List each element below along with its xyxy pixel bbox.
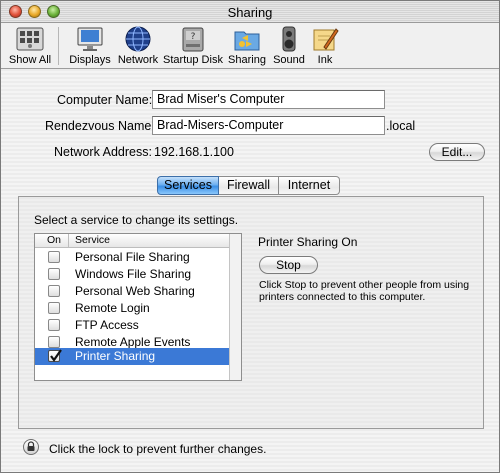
computer-name-label: Computer Name:: [57, 93, 153, 107]
network-address-label: Network Address:: [54, 145, 152, 159]
service-name: Printer Sharing: [75, 349, 156, 363]
toolbar-label: Sound: [273, 54, 305, 66]
service-checkbox[interactable]: [48, 285, 60, 297]
service-description: Click Stop to prevent other people from …: [259, 279, 470, 303]
service-checkbox[interactable]: [48, 319, 60, 331]
toolbar-separator: [58, 27, 59, 65]
sharing-folder-icon: [234, 31, 260, 51]
column-header-on[interactable]: On: [35, 234, 69, 247]
computer-name-field[interactable]: Brad Miser's Computer: [152, 90, 385, 109]
service-name: Windows File Sharing: [75, 267, 192, 281]
startup-disk-icon: ?: [182, 27, 204, 52]
toolbar-startup-disk[interactable]: ? Startup Disk: [163, 25, 223, 66]
service-name: Personal Web Sharing: [75, 284, 195, 298]
service-checkbox[interactable]: [48, 251, 60, 263]
lock-message: Click the lock to prevent further change…: [49, 442, 267, 456]
rendezvous-suffix: .local: [386, 119, 416, 133]
column-header-service[interactable]: Service: [75, 234, 110, 247]
toolbar: Show All Displays Network ? Startup Disk…: [1, 23, 499, 69]
toolbar-label: Show All: [8, 54, 52, 66]
toolbar-sharing[interactable]: Sharing: [227, 25, 267, 66]
svg-text:?: ?: [191, 32, 196, 42]
toolbar-sound[interactable]: Sound: [271, 25, 307, 66]
toolbar-ink[interactable]: Ink: [309, 25, 341, 66]
services-list[interactable]: On Service Personal File Sharing Windows…: [34, 233, 242, 381]
service-checkbox[interactable]: [48, 302, 60, 314]
list-item[interactable]: FTP Access: [35, 317, 229, 334]
list-header: On Service: [35, 234, 229, 248]
network-globe-icon: [125, 26, 151, 52]
toolbar-network[interactable]: Network: [115, 25, 161, 66]
show-all-icon: [16, 27, 44, 51]
window-title: Sharing: [227, 5, 273, 20]
service-checkbox[interactable]: [48, 336, 60, 348]
sharing-window: Sharing Show All Displays Network ? Star…: [0, 0, 500, 473]
toolbar-label: Network: [117, 54, 159, 66]
title-bar[interactable]: Sharing: [1, 1, 499, 23]
toolbar-label: Startup Disk: [163, 54, 223, 66]
toolbar-displays[interactable]: Displays: [67, 25, 113, 66]
tab-services[interactable]: Services: [157, 176, 219, 195]
list-item[interactable]: Personal Web Sharing: [35, 283, 229, 300]
toolbar-show-all[interactable]: Show All: [7, 25, 53, 66]
checkmark-icon: [50, 349, 62, 362]
service-name: Remote Apple Events: [75, 335, 191, 349]
service-checkbox-checked[interactable]: [48, 349, 62, 362]
list-scrollbar[interactable]: [229, 234, 241, 380]
display-icon: [77, 27, 103, 51]
tab-firewall[interactable]: Firewall: [219, 176, 279, 195]
lock-button[interactable]: [23, 439, 39, 455]
rendezvous-name-label: Rendezvous Name:: [45, 119, 155, 133]
service-status: Printer Sharing On: [258, 235, 358, 249]
lock-icon: [27, 441, 35, 451]
rendezvous-name-field[interactable]: Brad-Misers-Computer: [152, 116, 385, 135]
services-instruction: Select a service to change its settings.: [34, 213, 239, 227]
ink-pen-icon: [313, 28, 339, 51]
toolbar-label: Sharing: [228, 54, 266, 66]
stop-button[interactable]: Stop: [259, 256, 318, 274]
service-name: FTP Access: [75, 318, 139, 332]
service-name: Personal File Sharing: [75, 250, 190, 264]
list-item-selected[interactable]: Printer Sharing: [35, 348, 229, 365]
toolbar-label: Ink: [317, 54, 333, 66]
service-name: Remote Login: [75, 301, 150, 315]
list-item[interactable]: Windows File Sharing: [35, 266, 229, 283]
list-item[interactable]: Personal File Sharing: [35, 249, 229, 266]
list-item[interactable]: Remote Login: [35, 300, 229, 317]
speaker-icon: [282, 26, 296, 52]
toolbar-label: Displays: [69, 54, 111, 66]
tab-internet[interactable]: Internet: [279, 176, 340, 195]
service-checkbox[interactable]: [48, 268, 60, 280]
edit-button[interactable]: Edit...: [429, 143, 485, 161]
network-address-value: 192.168.1.100: [154, 145, 234, 159]
